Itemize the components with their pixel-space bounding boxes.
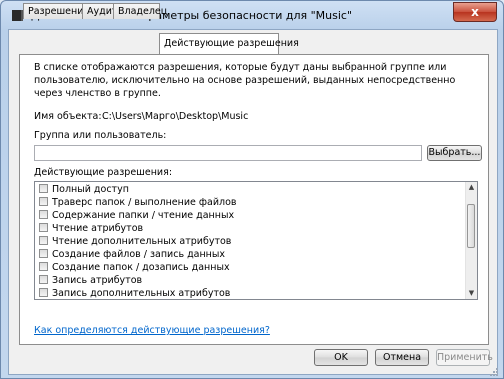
resize-grip-icon[interactable] bbox=[490, 368, 498, 376]
permission-label: Запись дополнительных атрибутов bbox=[52, 288, 231, 299]
ok-button[interactable]: OK bbox=[314, 349, 368, 366]
permission-checkbox[interactable] bbox=[39, 197, 48, 206]
close-button[interactable]: x bbox=[453, 2, 497, 22]
object-name-value: C:\Users\Марго\Desktop\Music bbox=[102, 111, 249, 122]
permission-item[interactable]: Чтение дополнительных атрибутов bbox=[39, 235, 231, 248]
permission-label: Чтение атрибутов bbox=[52, 223, 144, 234]
permission-checkbox[interactable] bbox=[39, 275, 48, 284]
permission-checkbox[interactable] bbox=[39, 210, 48, 219]
apply-button[interactable]: Применить bbox=[436, 349, 493, 366]
permission-checkbox[interactable] bbox=[39, 184, 48, 193]
help-link[interactable]: Как определяются действующие разрешения? bbox=[34, 325, 270, 336]
permission-item[interactable]: Создание папок / дозапись данных bbox=[39, 261, 230, 274]
permission-item[interactable]: Запись дополнительных атрибутов bbox=[39, 287, 231, 299]
tab-audit[interactable]: Аудит bbox=[82, 3, 117, 19]
permission-label: Запись атрибутов bbox=[52, 275, 143, 286]
permissions-list[interactable]: Полный доступ Траверс папок / выполнение… bbox=[34, 181, 478, 300]
arrow-up-icon[interactable]: ▲ bbox=[466, 182, 477, 193]
select-button[interactable]: Выбрать... bbox=[427, 145, 482, 161]
object-name-label: Имя объекта: bbox=[34, 111, 102, 122]
tab-owner[interactable]: Владелец bbox=[113, 3, 167, 19]
permission-label: Полный доступ bbox=[52, 184, 129, 195]
tab-permissions[interactable]: Разрешения bbox=[23, 3, 89, 19]
window-icon bbox=[12, 10, 23, 21]
close-icon: x bbox=[471, 5, 479, 19]
cancel-button[interactable]: Отмена bbox=[375, 349, 429, 366]
permissions-scrollbar[interactable]: ▲ ▼ bbox=[465, 182, 477, 299]
permission-label: Создание файлов / запись данных bbox=[52, 249, 226, 260]
permission-label: Создание папок / дозапись данных bbox=[52, 262, 230, 273]
permission-item[interactable]: Запись атрибутов bbox=[39, 274, 142, 287]
permission-checkbox[interactable] bbox=[39, 262, 48, 271]
tab-effective-permissions[interactable]: Действующие разрешения bbox=[159, 33, 299, 54]
group-input[interactable] bbox=[34, 145, 422, 161]
permission-checkbox[interactable] bbox=[39, 223, 48, 232]
permission-label: Чтение дополнительных атрибутов bbox=[52, 236, 232, 247]
permission-item[interactable]: Содержание папки / чтение данных bbox=[39, 209, 234, 222]
permission-label: Траверс папок / выполнение файлов bbox=[52, 197, 237, 208]
permission-item[interactable]: Создание файлов / запись данных bbox=[39, 248, 225, 261]
permission-checkbox[interactable] bbox=[39, 249, 48, 258]
arrow-down-icon[interactable]: ▼ bbox=[466, 288, 477, 299]
description-text: В списке отображаются разрешения, которы… bbox=[34, 62, 456, 99]
permission-checkbox[interactable] bbox=[39, 288, 48, 297]
permission-label: Содержание папки / чтение данных bbox=[52, 210, 235, 221]
permission-item[interactable]: Чтение атрибутов bbox=[39, 222, 143, 235]
permission-checkbox[interactable] bbox=[39, 236, 48, 245]
scrollbar-thumb[interactable] bbox=[467, 204, 475, 248]
permissions-label: Действующие разрешения: bbox=[34, 167, 173, 178]
permission-item[interactable]: Траверс папок / выполнение файлов bbox=[39, 196, 237, 209]
permission-item[interactable]: Полный доступ bbox=[39, 183, 129, 196]
group-label: Группа или пользователь: bbox=[34, 130, 167, 141]
